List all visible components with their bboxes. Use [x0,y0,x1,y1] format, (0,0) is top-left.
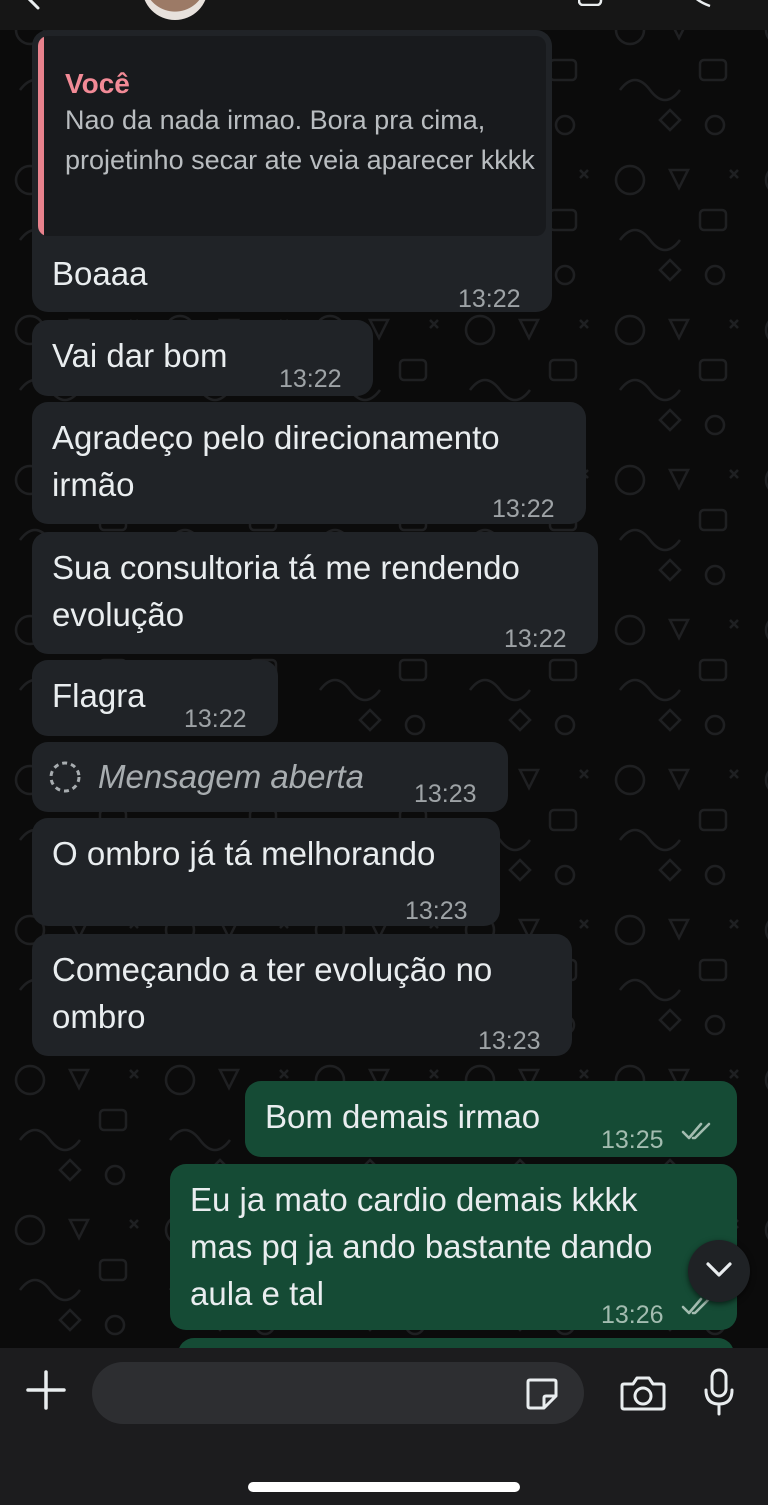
message-text: Sua consultoria tá me rendendo [52,549,520,586]
message-text: ombro [52,998,146,1035]
microphone-icon[interactable] [704,1368,734,1416]
quoted-message[interactable]: Você Nao da nada irmao. Bora pra cima, p… [38,36,546,236]
message-time: 13:22 [504,625,567,653]
home-indicator [248,1482,520,1492]
message-incoming[interactable]: O ombro já tá melhorando 13:23 [32,818,500,926]
message-time: 13:22 [279,365,342,393]
message-text: mas pq ja ando bastante dando [190,1228,653,1265]
read-ticks-icon [681,1122,711,1140]
message-incoming-reply[interactable]: Você Nao da nada irmao. Bora pra cima, p… [32,30,552,313]
message-input[interactable] [92,1362,584,1424]
message-list[interactable]: Você Nao da nada irmao. Bora pra cima, p… [0,0,768,1378]
message-incoming[interactable]: Vai dar bom 13:22 [32,320,373,396]
chevron-down-icon [706,1262,732,1277]
video-call-icon[interactable] [578,0,610,6]
message-time: 13:26 [601,1301,664,1329]
message-text: Eu ja mato cardio demais kkkk [190,1181,638,1218]
message-incoming[interactable]: Flagra 13:22 [32,660,278,736]
message-incoming[interactable]: Sua consultoria tá me rendendo evolução … [32,532,598,654]
message-text: Boaaa [52,255,148,292]
scroll-to-bottom-button[interactable] [688,1240,750,1302]
quote-accent-bar [38,36,44,236]
message-view-once[interactable]: Mensagem aberta 13:23 [32,742,508,812]
message-time: 13:23 [478,1027,541,1055]
message-incoming[interactable]: Agradeço pelo direcionamento irmão 13:22 [32,402,586,524]
message-time: 13:22 [458,285,521,313]
message-text: Bom demais irmao [265,1098,541,1135]
message-text: Flagra [52,677,146,714]
message-outgoing[interactable]: Bom demais irmao 13:25 [245,1081,737,1157]
chat-header [0,0,768,30]
message-text: irmão [52,466,135,503]
message-time: 13:22 [492,495,555,523]
message-text: Mensagem aberta [98,758,364,795]
message-text: O ombro já tá melhorando [52,835,436,872]
message-text: aula e tal [190,1275,324,1312]
message-time: 13:23 [414,780,477,808]
message-outgoing[interactable]: Eu ja mato cardio demais kkkk mas pq ja … [170,1164,737,1330]
message-time: 13:23 [405,897,468,925]
message-time: 13:25 [601,1126,664,1154]
view-once-icon [49,761,81,793]
message-time: 13:22 [184,705,247,733]
plus-icon[interactable] [26,1370,66,1410]
quoted-text: Nao da nada irmao. Bora pra cima, projet… [65,105,535,175]
message-text: evolução [52,596,185,633]
contact-avatar[interactable] [142,0,208,20]
voice-call-icon[interactable] [686,0,714,8]
message-text: Agradeço pelo direcionamento [52,419,500,456]
camera-icon[interactable] [620,1374,666,1412]
message-text: Vai dar bom [52,337,228,374]
message-incoming[interactable]: Começando a ter evolução no ombro 13:23 [32,934,572,1056]
sticker-icon[interactable] [524,1376,560,1412]
message-text: Começando a ter evolução no [52,951,493,988]
back-chevron-icon[interactable] [22,0,46,10]
